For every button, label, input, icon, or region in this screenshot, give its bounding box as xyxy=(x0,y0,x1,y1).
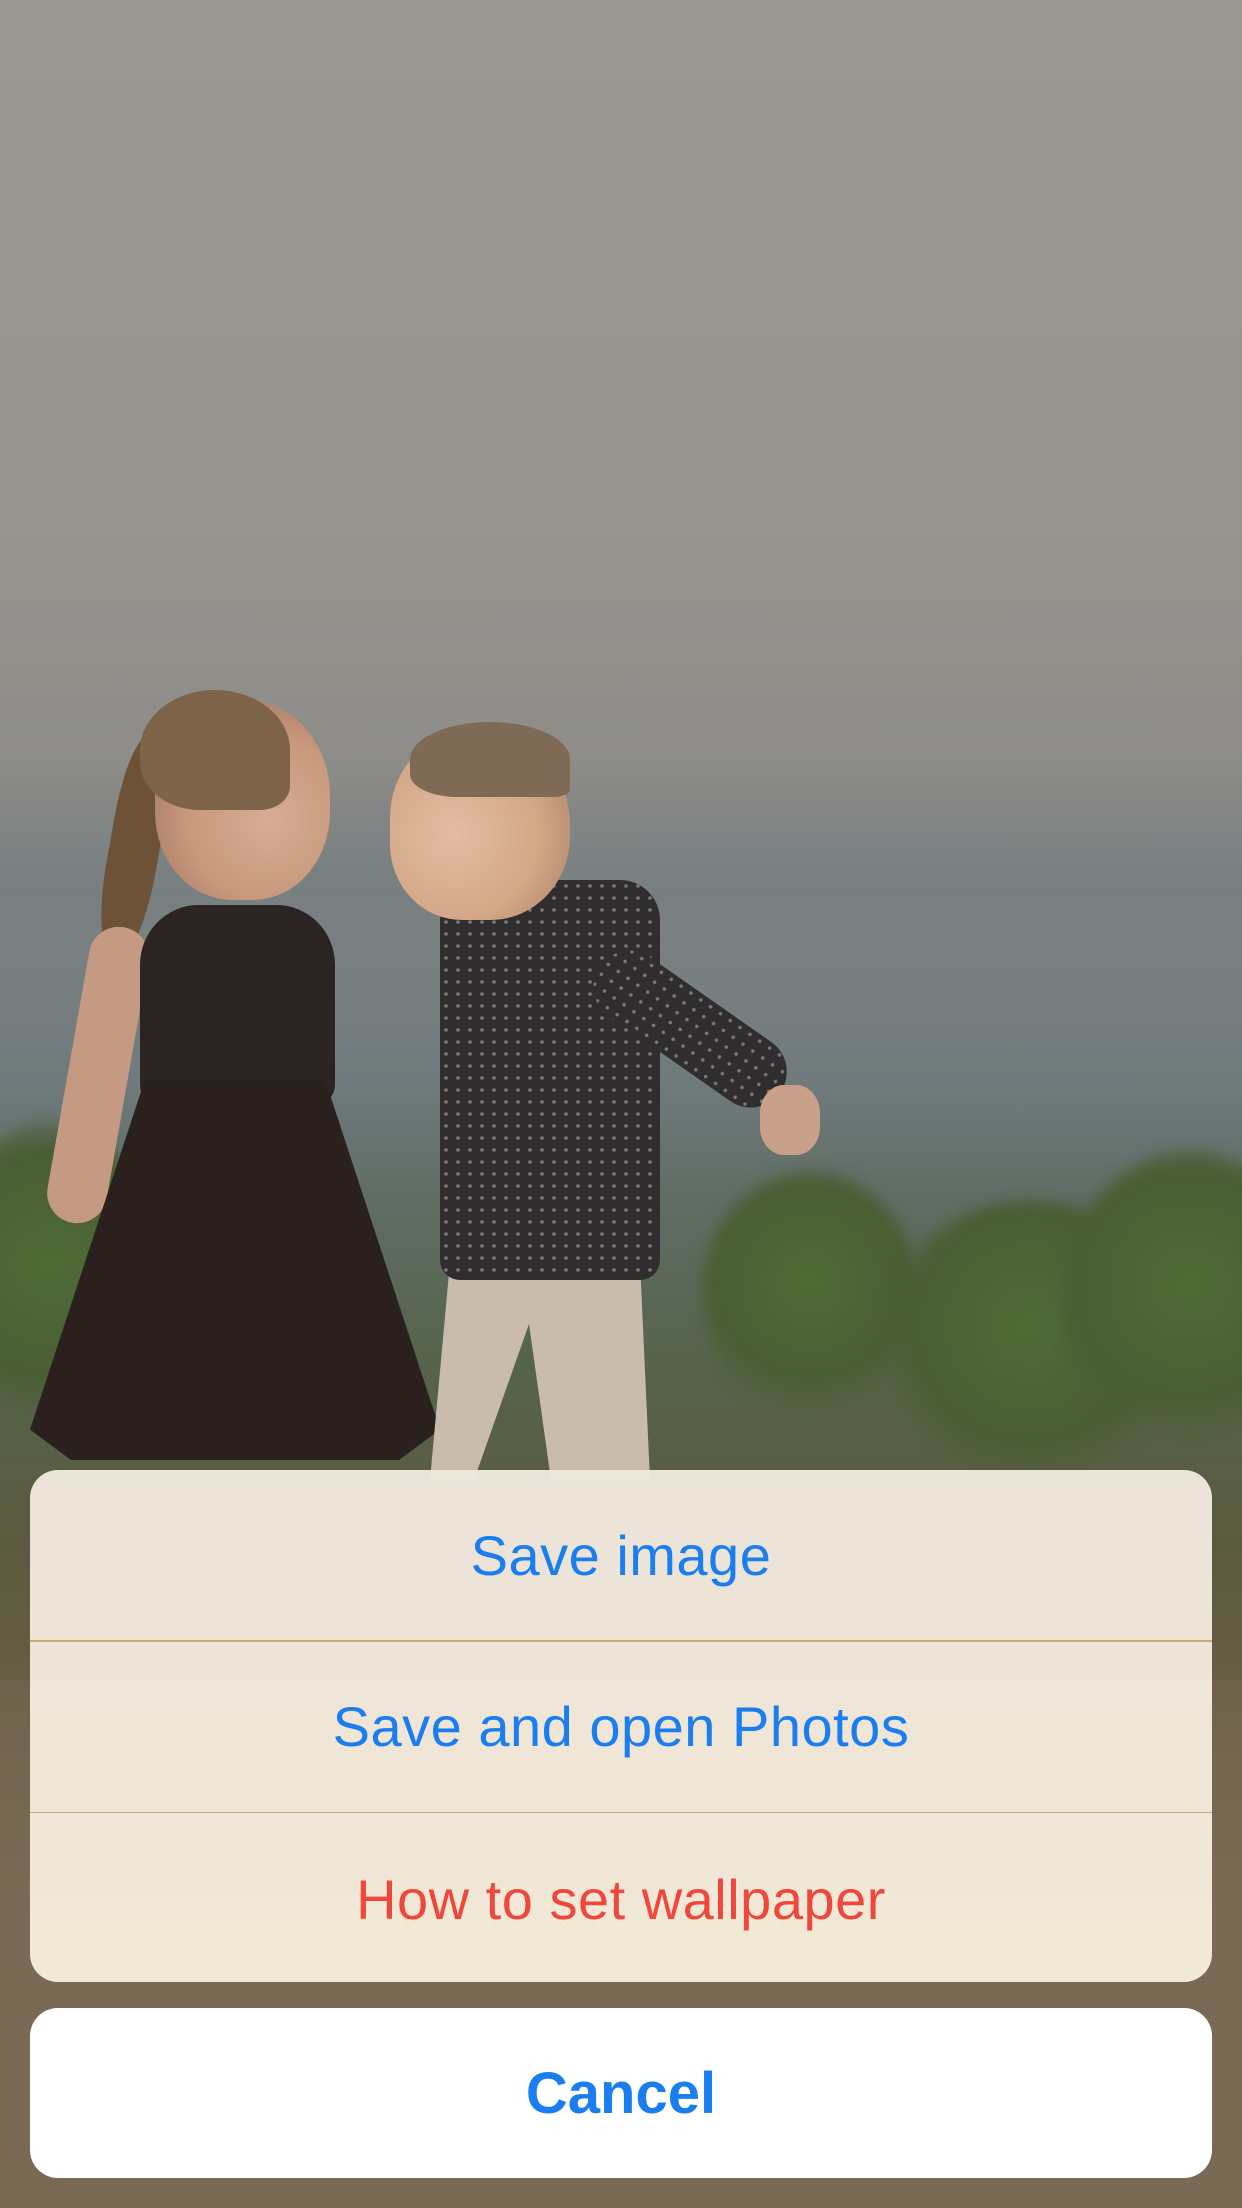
action-sheet: Save image Save and open Photos How to s… xyxy=(30,1470,1212,1982)
wallpaper-photo xyxy=(0,0,1242,1720)
wallpaper-preview-screen: Save image Save and open Photos How to s… xyxy=(0,0,1242,2208)
cancel-button[interactable]: Cancel xyxy=(30,2008,1212,2178)
save-and-open-photos-button[interactable]: Save and open Photos xyxy=(30,1642,1212,1812)
how-to-set-wallpaper-button[interactable]: How to set wallpaper xyxy=(30,1813,1212,1982)
save-image-button[interactable]: Save image xyxy=(30,1470,1212,1640)
